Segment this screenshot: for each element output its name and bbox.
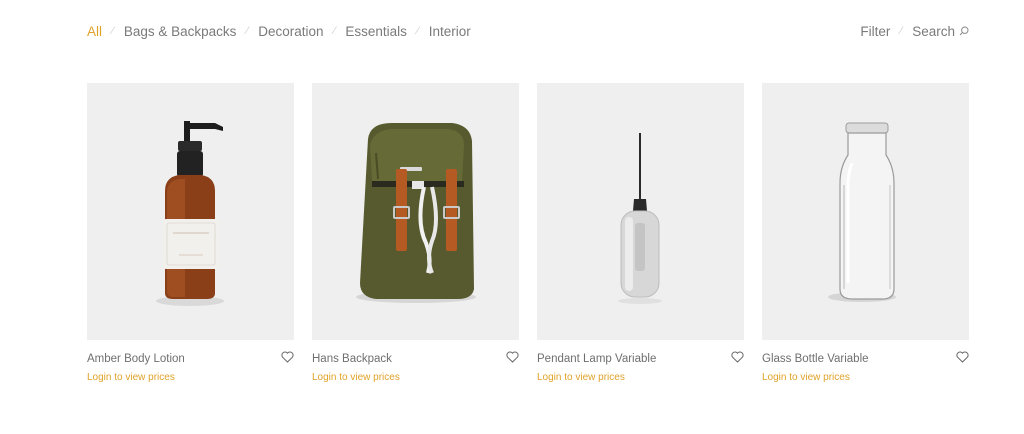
category-decoration[interactable]: Decoration xyxy=(258,24,323,39)
toolbar: Filter ⁄ Search xyxy=(860,24,969,39)
product-meta: Pendant Lamp Variable Login to view pric… xyxy=(537,351,744,383)
product-name[interactable]: Glass Bottle Variable xyxy=(762,352,969,366)
product-meta: Amber Body Lotion Login to view prices xyxy=(87,351,294,383)
product-name[interactable]: Amber Body Lotion xyxy=(87,352,294,366)
heart-icon[interactable] xyxy=(956,351,969,363)
product-card[interactable]: Pendant Lamp Variable Login to view pric… xyxy=(537,83,744,383)
product-image[interactable] xyxy=(87,83,294,340)
search-icon xyxy=(959,26,969,36)
login-to-view-prices-link[interactable]: Login to view prices xyxy=(762,372,969,383)
filter-bar: All ⁄ Bags & Backpacks ⁄ Decoration ⁄ Es… xyxy=(87,20,969,42)
category-all[interactable]: All xyxy=(87,24,102,39)
pendant-lamp-icon xyxy=(618,133,662,304)
product-card[interactable]: Hans Backpack Login to view prices xyxy=(312,83,519,383)
amber-lotion-bottle-icon xyxy=(156,121,224,306)
search-button[interactable]: Search xyxy=(912,24,969,39)
category-bags-backpacks[interactable]: Bags & Backpacks xyxy=(124,24,237,39)
glass-bottle-icon xyxy=(828,122,896,302)
product-meta: Glass Bottle Variable Login to view pric… xyxy=(762,351,969,383)
login-to-view-prices-link[interactable]: Login to view prices xyxy=(537,372,744,383)
separator: ⁄ xyxy=(112,25,114,37)
product-card[interactable]: Glass Bottle Variable Login to view pric… xyxy=(762,83,969,383)
filter-button[interactable]: Filter xyxy=(860,24,890,39)
category-nav: All ⁄ Bags & Backpacks ⁄ Decoration ⁄ Es… xyxy=(87,24,471,39)
separator: ⁄ xyxy=(416,25,419,37)
heart-icon[interactable] xyxy=(731,351,744,363)
product-image[interactable] xyxy=(762,83,969,340)
product-image[interactable] xyxy=(312,83,519,340)
product-grid: Amber Body Lotion Login to view prices H… xyxy=(87,83,969,383)
search-label: Search xyxy=(912,23,955,39)
separator: ⁄ xyxy=(246,25,249,37)
login-to-view-prices-link[interactable]: Login to view prices xyxy=(87,372,294,383)
product-name[interactable]: Hans Backpack xyxy=(312,352,519,366)
category-interior[interactable]: Interior xyxy=(429,24,471,39)
olive-backpack-icon xyxy=(356,123,476,303)
category-essentials[interactable]: Essentials xyxy=(345,24,407,39)
separator: ⁄ xyxy=(333,25,336,37)
heart-icon[interactable] xyxy=(281,351,294,363)
login-to-view-prices-link[interactable]: Login to view prices xyxy=(312,372,519,383)
product-image[interactable] xyxy=(537,83,744,340)
product-card[interactable]: Amber Body Lotion Login to view prices xyxy=(87,83,294,383)
product-meta: Hans Backpack Login to view prices xyxy=(312,351,519,383)
separator: ⁄ xyxy=(900,25,903,37)
heart-icon[interactable] xyxy=(506,351,519,363)
product-name[interactable]: Pendant Lamp Variable xyxy=(537,352,744,366)
